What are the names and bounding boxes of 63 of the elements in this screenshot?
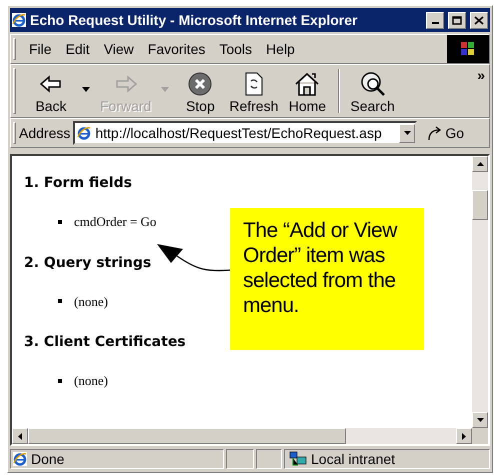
section-heading: 1. Form fields (24, 174, 132, 192)
minimize-icon (432, 22, 438, 24)
menu-item[interactable]: Edit (58, 38, 97, 60)
stop-icon (188, 72, 212, 96)
bullet (58, 378, 62, 383)
page-icon (13, 452, 27, 466)
close-button[interactable] (470, 12, 488, 28)
dropdown-caret-icon[interactable] (82, 87, 90, 92)
down-arrow-icon (476, 418, 484, 422)
close-icon (474, 16, 484, 24)
more-buttons[interactable]: » (477, 67, 485, 83)
right-arrow-icon (462, 432, 466, 440)
scroll-left-button[interactable] (12, 428, 28, 444)
address-label: Address (19, 124, 70, 142)
scroll-thumb[interactable] (472, 190, 488, 220)
caret-icon (404, 131, 411, 135)
page-icon (77, 126, 92, 140)
menu-item[interactable]: View (96, 38, 141, 60)
bullet (58, 299, 62, 304)
refresh-icon (244, 72, 264, 96)
up-arrow-icon (476, 162, 484, 166)
browser-logo-icon (12, 13, 26, 27)
bullet (58, 220, 62, 224)
scroll-thumb[interactable] (28, 428, 346, 444)
go-button[interactable]: Go (427, 122, 464, 144)
menu-item[interactable]: Help (259, 38, 302, 60)
minimize-button[interactable] (426, 12, 444, 28)
scroll-right-button[interactable] (456, 428, 472, 444)
dropdown-button[interactable] (399, 124, 416, 142)
forward-arrow-icon (114, 75, 137, 93)
window-title: Echo Request Utility - Microsoft Internet Explorer (30, 10, 358, 30)
curved-arrow-icon (427, 125, 444, 141)
list-item: cmdOrder = Go (74, 213, 156, 231)
list-item: (none) (74, 292, 108, 311)
scroll-down-button[interactable] (472, 412, 488, 428)
status-panel (256, 449, 282, 469)
menu-item[interactable]: Tools (212, 38, 260, 60)
house-icon (294, 72, 320, 96)
status-panel (226, 449, 254, 469)
menu-item[interactable]: Favorites (140, 38, 212, 60)
address-field[interactable]: http://localhost/RequestTest/EchoRequest.asp (73, 121, 418, 145)
search-icon (360, 71, 386, 97)
vertical-scrollbar[interactable] (472, 156, 488, 428)
section-heading: 2. Query strings (24, 254, 152, 272)
section-heading: 3. Client Certificates (24, 333, 186, 351)
back-button[interactable]: Back (26, 68, 76, 114)
search-button[interactable]: Search (346, 68, 399, 114)
home-button[interactable]: Home (282, 68, 332, 114)
windows-logo-icon (447, 35, 489, 63)
scroll-up-button[interactable] (472, 156, 488, 172)
maximize-icon (452, 16, 462, 24)
maximize-button[interactable] (448, 12, 466, 28)
horizontal-scrollbar[interactable] (12, 428, 472, 444)
computer-icon (289, 451, 307, 467)
menu-item[interactable]: File (22, 38, 59, 60)
refresh-button[interactable]: Refresh (225, 68, 282, 114)
callout-note: The “Add or View Order” item was selected from the menu. (230, 208, 424, 350)
status-text: Done (31, 450, 64, 468)
left-arrow-icon (18, 432, 22, 440)
back-arrow-icon (40, 75, 62, 93)
list-item: (none) (74, 372, 108, 390)
stop-button[interactable]: Stop (175, 68, 226, 114)
zone-text: Local intranet (311, 450, 396, 468)
